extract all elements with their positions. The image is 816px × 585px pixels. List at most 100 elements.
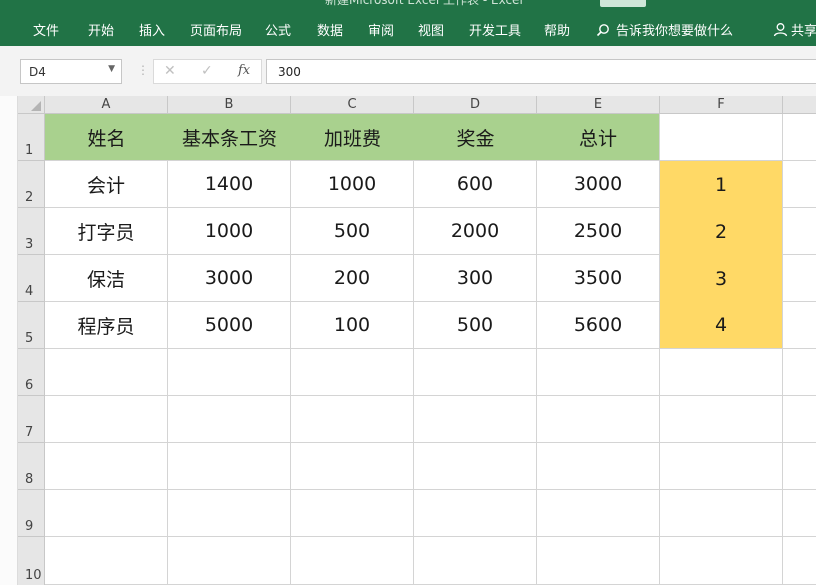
tab-home[interactable]: 开始: [88, 20, 114, 39]
cell-a10[interactable]: [45, 537, 168, 585]
cell-d10[interactable]: [414, 537, 537, 585]
cell-f1[interactable]: [660, 114, 783, 161]
cell-d8[interactable]: [414, 443, 537, 490]
row-header-4[interactable]: 4: [18, 255, 45, 302]
cell-e5[interactable]: 5600: [537, 302, 660, 349]
cell-g5[interactable]: [783, 302, 816, 349]
row-header-2[interactable]: 2: [18, 161, 45, 208]
cell-c2[interactable]: 1000: [291, 161, 414, 208]
cancel-icon[interactable]: ✕: [164, 63, 176, 79]
cell-g8[interactable]: [783, 443, 816, 490]
cell-e8[interactable]: [537, 443, 660, 490]
cell-g2[interactable]: [783, 161, 816, 208]
cell-b5[interactable]: 5000: [168, 302, 291, 349]
row-header-7[interactable]: 7: [18, 396, 45, 443]
cell-c9[interactable]: [291, 490, 414, 537]
cell-f2[interactable]: 1: [660, 161, 783, 208]
cell-d2[interactable]: 600: [414, 161, 537, 208]
cell-e10[interactable]: [537, 537, 660, 585]
cell-f10[interactable]: [660, 537, 783, 585]
login-button[interactable]: [600, 0, 646, 7]
cell-e1[interactable]: 总计: [537, 114, 660, 161]
cell-g6[interactable]: [783, 349, 816, 396]
cell-f7[interactable]: [660, 396, 783, 443]
cell-e6[interactable]: [537, 349, 660, 396]
row-header-9[interactable]: 9: [18, 490, 45, 537]
cell-c3[interactable]: 500: [291, 208, 414, 255]
tell-me-search[interactable]: 告诉我你想要做什么: [596, 20, 733, 39]
cell-g10[interactable]: [783, 537, 816, 585]
cell-e4[interactable]: 3500: [537, 255, 660, 302]
cell-a2[interactable]: 会计: [45, 161, 168, 208]
cell-d7[interactable]: [414, 396, 537, 443]
cell-c10[interactable]: [291, 537, 414, 585]
cell-f4[interactable]: 3: [660, 255, 783, 302]
cell-b7[interactable]: [168, 396, 291, 443]
cell-c1[interactable]: 加班费: [291, 114, 414, 161]
select-all-button[interactable]: [18, 96, 45, 114]
cell-g4[interactable]: [783, 255, 816, 302]
row-header-5[interactable]: 5: [18, 302, 45, 349]
cell-b4[interactable]: 3000: [168, 255, 291, 302]
share-button[interactable]: 共享: [773, 20, 816, 39]
cell-g7[interactable]: [783, 396, 816, 443]
tab-view[interactable]: 视图: [418, 20, 444, 39]
cell-d6[interactable]: [414, 349, 537, 396]
cell-d1[interactable]: 奖金: [414, 114, 537, 161]
cell-a4[interactable]: 保洁: [45, 255, 168, 302]
cell-a3[interactable]: 打字员: [45, 208, 168, 255]
column-header-e[interactable]: E: [537, 96, 660, 114]
tab-insert[interactable]: 插入: [139, 20, 165, 39]
cell-a9[interactable]: [45, 490, 168, 537]
cell-c4[interactable]: 200: [291, 255, 414, 302]
cell-g3[interactable]: [783, 208, 816, 255]
cell-d5[interactable]: 500: [414, 302, 537, 349]
cell-f8[interactable]: [660, 443, 783, 490]
tab-file[interactable]: 文件: [33, 20, 59, 39]
name-box[interactable]: D4 ▼: [20, 59, 122, 84]
cell-a1[interactable]: 姓名: [45, 114, 168, 161]
cell-c5[interactable]: 100: [291, 302, 414, 349]
cell-b6[interactable]: [168, 349, 291, 396]
cell-g1[interactable]: [783, 114, 816, 161]
row-header-3[interactable]: 3: [18, 208, 45, 255]
cell-e7[interactable]: [537, 396, 660, 443]
tab-review[interactable]: 审阅: [368, 20, 394, 39]
cell-d9[interactable]: [414, 490, 537, 537]
cell-b9[interactable]: [168, 490, 291, 537]
cell-d4[interactable]: 300: [414, 255, 537, 302]
insert-function-icon[interactable]: fx: [238, 63, 250, 78]
row-header-8[interactable]: 8: [18, 443, 45, 490]
cell-b10[interactable]: [168, 537, 291, 585]
enter-check-icon[interactable]: ✓: [201, 63, 213, 79]
row-header-6[interactable]: 6: [18, 349, 45, 396]
cell-f3[interactable]: 2: [660, 208, 783, 255]
cell-e2[interactable]: 3000: [537, 161, 660, 208]
cell-c6[interactable]: [291, 349, 414, 396]
tab-page-layout[interactable]: 页面布局: [190, 20, 242, 39]
cell-d3[interactable]: 2000: [414, 208, 537, 255]
cell-f6[interactable]: [660, 349, 783, 396]
column-header-d[interactable]: D: [414, 96, 537, 114]
cell-b2[interactable]: 1400: [168, 161, 291, 208]
cell-a6[interactable]: [45, 349, 168, 396]
column-header-c[interactable]: C: [291, 96, 414, 114]
tab-formulas[interactable]: 公式: [265, 20, 291, 39]
cell-g9[interactable]: [783, 490, 816, 537]
chevron-down-icon[interactable]: ▼: [108, 64, 115, 74]
column-header-f[interactable]: F: [660, 96, 783, 114]
tab-help[interactable]: 帮助: [544, 20, 570, 39]
cell-b3[interactable]: 1000: [168, 208, 291, 255]
cell-b8[interactable]: [168, 443, 291, 490]
column-header-b[interactable]: B: [168, 96, 291, 114]
column-header-g[interactable]: [783, 96, 816, 114]
cell-c8[interactable]: [291, 443, 414, 490]
row-header-1[interactable]: 1: [18, 114, 45, 161]
column-header-a[interactable]: A: [45, 96, 168, 114]
row-header-10[interactable]: 10: [18, 537, 45, 585]
cell-b1[interactable]: 基本条工资: [168, 114, 291, 161]
tab-data[interactable]: 数据: [317, 20, 343, 39]
cell-a8[interactable]: [45, 443, 168, 490]
cell-e9[interactable]: [537, 490, 660, 537]
formula-input[interactable]: 300: [266, 59, 816, 84]
